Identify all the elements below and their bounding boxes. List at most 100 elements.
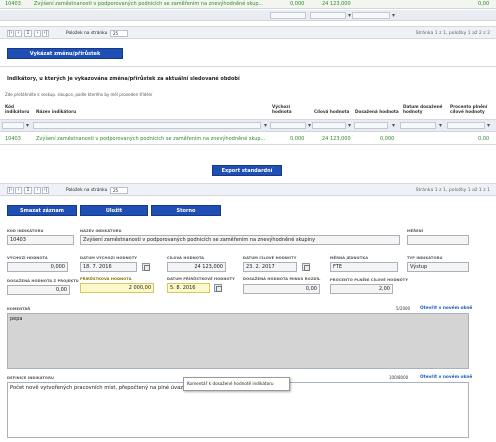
indicator-code: 10403 xyxy=(5,136,21,142)
group-hint: Zde přetáhněte k seskup. sloupce, podle … xyxy=(5,92,153,97)
col-initial[interactable]: Výchozí hodnota xyxy=(272,104,302,114)
filter-icon[interactable]: ▾ xyxy=(24,122,31,129)
unit-label: MĚRNÁ JEDNOTKA xyxy=(330,256,369,260)
percent-value: 0,00 xyxy=(478,136,490,142)
initial-date-field[interactable]: 18. 7. 2016 xyxy=(80,262,137,272)
filter-input[interactable] xyxy=(354,122,388,129)
indicator-name: Zvýšení zaměstnanosti v podporovaných po… xyxy=(34,1,264,7)
col-code[interactable]: Kód indikátoru xyxy=(5,104,31,114)
filter-icon[interactable]: ▾ xyxy=(262,122,269,129)
filter-input[interactable] xyxy=(400,122,436,129)
calendar-icon[interactable] xyxy=(302,263,310,271)
unit-field[interactable]: FTE xyxy=(330,262,398,272)
definition-label: DEFINICE INDIKÁTORU xyxy=(7,376,54,380)
prev-page-icon[interactable]: ‹ xyxy=(15,30,22,37)
next-page-icon[interactable]: › xyxy=(34,30,41,37)
calendar-icon[interactable] xyxy=(214,284,222,292)
comment-label: KOMENTÁŘ xyxy=(7,307,31,311)
table-row[interactable]: 10403 Zvýšení zaměstnanosti v podporovan… xyxy=(0,134,496,145)
first-page-icon[interactable]: |‹ xyxy=(7,30,14,37)
initial-value: 0,000 xyxy=(290,136,305,142)
filter-icon[interactable]: ▾ xyxy=(390,122,397,129)
col-date[interactable]: Datum dosažené hodnoty xyxy=(403,104,443,114)
initial-field[interactable]: 0,000 xyxy=(7,262,68,272)
per-page-label: Položek na stránku xyxy=(66,31,108,36)
col-target[interactable]: Cílová hodnota xyxy=(314,109,349,114)
initial-label: VÝCHOZÍ HODNOTA xyxy=(7,256,48,260)
next-page-icon[interactable]: › xyxy=(34,187,41,194)
filter-input[interactable] xyxy=(312,122,346,129)
delete-button[interactable]: Smazat záznam xyxy=(7,205,77,216)
first-page-icon[interactable]: |‹ xyxy=(7,187,14,194)
measure-label: MĚŘENÍ xyxy=(407,229,424,233)
cancel-button[interactable]: Storno xyxy=(151,205,221,216)
achieved-prev-label: DOSAŽENÁ HODNOTA MINUS ROZDÍL xyxy=(243,277,321,281)
calendar-icon[interactable] xyxy=(142,263,150,271)
table-row[interactable]: 10403 Zvýšení zaměstnanosti v podporovan… xyxy=(0,0,496,9)
comment-count: 5/2000 xyxy=(396,306,411,311)
page-number[interactable]: 1 xyxy=(24,187,32,194)
per-page-label: Položek na stránku xyxy=(66,188,108,193)
measure-field[interactable] xyxy=(407,235,469,245)
pager-info: Stránka 1 z 1, položky 1 až 1 z 1 xyxy=(415,188,490,193)
target-value: 24 123,000 xyxy=(322,1,351,7)
filter-icon[interactable]: ▾ xyxy=(437,122,444,129)
filter-input[interactable] xyxy=(352,12,390,19)
report-change-button[interactable]: Vykázat změnu/přírůstek xyxy=(7,48,123,59)
prev-page-icon[interactable]: ‹ xyxy=(15,187,22,194)
divider xyxy=(0,66,496,67)
definition-open-link[interactable]: Otevřít v novém okně xyxy=(420,375,472,380)
percent-value: 0,00 xyxy=(478,1,490,7)
col-name[interactable]: Název indikátoru xyxy=(36,109,76,114)
indicator-code: 10403 xyxy=(5,1,21,7)
target-value: 24 123,000 xyxy=(322,136,351,142)
filter-input[interactable] xyxy=(270,12,306,19)
save-button[interactable]: Uložit xyxy=(80,205,148,216)
code-field[interactable]: 10403 xyxy=(7,235,74,245)
filter-input[interactable] xyxy=(447,122,485,129)
filter-input[interactable] xyxy=(310,12,346,19)
achieved-project-field[interactable]: 0,00 xyxy=(7,285,70,295)
indicator-type-label: TYP INDIKÁTORU xyxy=(407,256,443,260)
pager: |‹ ‹ 1 › ›| Položek na stránku 25 Stránk… xyxy=(0,183,496,196)
name-field[interactable]: Zvýšení zaměstnanosti v podporovaných po… xyxy=(80,235,400,245)
increment-date-field[interactable]: 5. 8. 2016 xyxy=(167,283,210,293)
percent-field[interactable]: 2,00 xyxy=(330,284,393,294)
initial-date-label: DATUM VÝCHOZÍ HODNOTY xyxy=(80,256,138,260)
filter-input[interactable] xyxy=(2,122,24,129)
filter-icon[interactable]: ▾ xyxy=(390,12,397,19)
filter-row: ▾ ▾ xyxy=(0,10,496,21)
filter-icon[interactable]: ▾ xyxy=(485,122,492,129)
table-header: Kód indikátoru Název indikátoru Výchozí … xyxy=(0,100,496,120)
col-percent[interactable]: Procento plnění cílové hodnoty xyxy=(450,104,490,114)
indicator-name: Zvýšení zaměstnanosti v podporovaných po… xyxy=(36,136,266,142)
filter-icon[interactable]: ▾ xyxy=(346,122,353,129)
target-label: CÍLOVÁ HODNOTA xyxy=(167,256,205,260)
percent-label: PROCENTO PLNĚNÍ CÍLOVÉ HODNOTY xyxy=(330,278,409,282)
filter-row: ▾ ▾ ▾ ▾ ▾ ▾ ▾ xyxy=(0,120,496,132)
last-page-icon[interactable]: ›| xyxy=(42,187,49,194)
target-date-label: DATUM CÍLOVÉ HODNOTY xyxy=(243,256,297,260)
increment-date-label: DATUM PŘÍRŮSTKOVÉ HODNOTY xyxy=(167,277,235,281)
achieved-project-label: DOSAŽENÁ HODNOTA Z PROJEKTU xyxy=(7,279,79,283)
per-page-select[interactable]: 25 xyxy=(110,187,128,194)
target-date-field[interactable]: 23. 2. 2017 xyxy=(243,262,297,272)
pager-info: Stránka 1 z 1, položky 1 až 2 z 2 xyxy=(415,31,490,36)
target-field[interactable]: 24 123,000 xyxy=(167,262,226,272)
filter-input[interactable] xyxy=(33,122,261,129)
achieved-value: 0,000 xyxy=(380,136,395,142)
tooltip: Komentář k dosažené hodnotě indikátoru xyxy=(183,377,290,391)
col-achieved[interactable]: Dosažená hodnota xyxy=(355,109,399,114)
comment-textarea[interactable]: pepa xyxy=(7,313,469,369)
last-page-icon[interactable]: ›| xyxy=(42,30,49,37)
per-page-select[interactable]: 25 xyxy=(110,30,128,37)
code-label: KÓD INDIKÁTORU xyxy=(7,229,44,233)
indicator-type-field[interactable]: Výstup xyxy=(407,262,469,272)
filter-input[interactable] xyxy=(270,122,306,129)
achieved-prev-field[interactable]: 0,00 xyxy=(243,284,320,294)
page-number[interactable]: 1 xyxy=(24,30,32,37)
increment-field[interactable]: 2 000,00 xyxy=(80,283,154,293)
export-button[interactable]: Export standardní xyxy=(212,165,282,176)
comment-open-link[interactable]: Otevřít v novém okně xyxy=(420,306,472,311)
section-title: Indikátory, u kterých je vykazována změn… xyxy=(7,76,240,82)
